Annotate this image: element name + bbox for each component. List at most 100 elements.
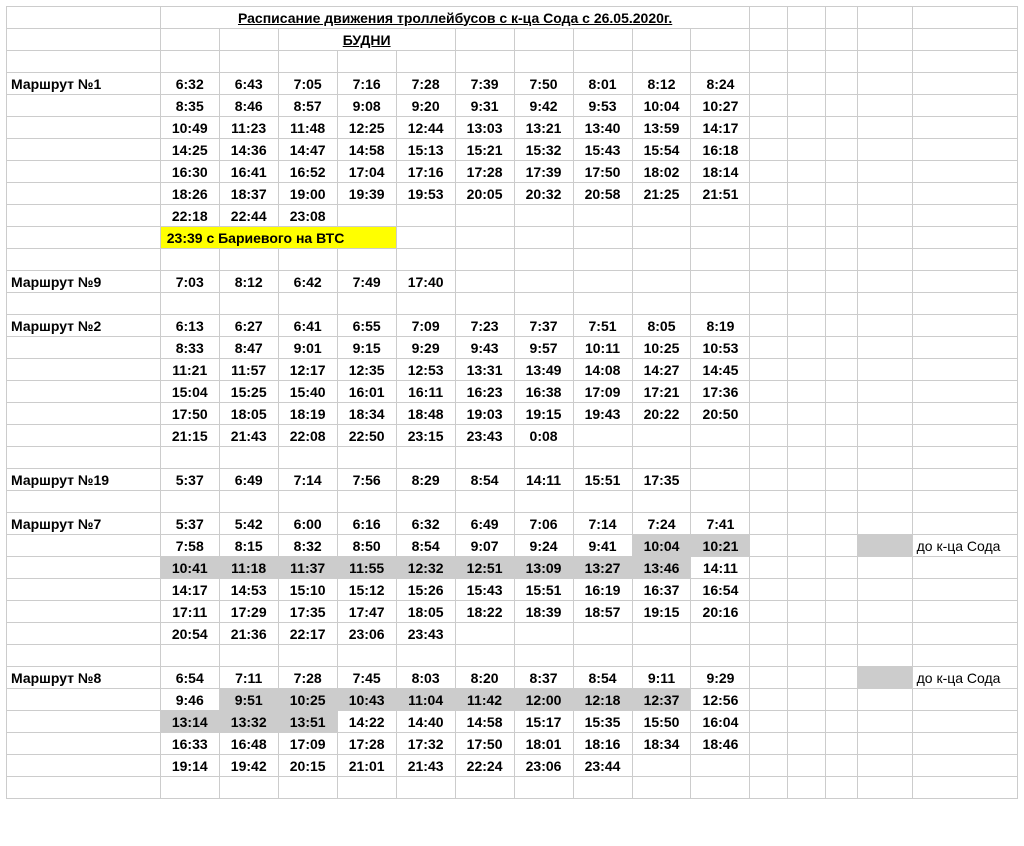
legend-label: до к-ца Сода [912, 667, 1017, 689]
time-cell: 7:28 [278, 667, 337, 689]
time-cell: 8:05 [632, 315, 691, 337]
time-cell: 10:04 [632, 535, 691, 557]
time-cell: 15:51 [573, 469, 632, 491]
time-cell: 22:50 [337, 425, 396, 447]
time-cell: 16:38 [514, 381, 573, 403]
time-cell: 15:43 [573, 139, 632, 161]
time-cell: 9:57 [514, 337, 573, 359]
route-label: Маршрут №19 [7, 469, 161, 491]
time-cell: 16:11 [396, 381, 455, 403]
time-cell: 8:54 [455, 469, 514, 491]
time-cell: 15:40 [278, 381, 337, 403]
time-cell: 14:40 [396, 711, 455, 733]
time-cell: 19:53 [396, 183, 455, 205]
time-cell: 18:01 [514, 733, 573, 755]
time-cell: 17:09 [278, 733, 337, 755]
time-cell: 18:46 [691, 733, 750, 755]
time-cell: 9:42 [514, 95, 573, 117]
time-cell: 7:56 [337, 469, 396, 491]
time-cell: 7:58 [160, 535, 219, 557]
time-cell: 13:40 [573, 117, 632, 139]
time-cell: 18:05 [396, 601, 455, 623]
time-cell: 17:21 [632, 381, 691, 403]
time-cell: 8:29 [396, 469, 455, 491]
time-cell: 17:28 [455, 161, 514, 183]
time-cell: 14:47 [278, 139, 337, 161]
time-cell: 22:44 [219, 205, 278, 227]
time-cell: 19:15 [514, 403, 573, 425]
time-cell: 10:25 [278, 689, 337, 711]
route-label: Маршрут №7 [7, 513, 161, 535]
time-cell: 6:27 [219, 315, 278, 337]
time-cell: 8:57 [278, 95, 337, 117]
time-cell: 22:17 [278, 623, 337, 645]
time-cell: 7:16 [337, 73, 396, 95]
time-cell: 18:19 [278, 403, 337, 425]
time-cell: 22:24 [455, 755, 514, 777]
time-cell: 23:43 [396, 623, 455, 645]
time-cell: 16:52 [278, 161, 337, 183]
time-cell: 12:37 [632, 689, 691, 711]
time-cell [455, 205, 514, 227]
time-cell: 12:25 [337, 117, 396, 139]
time-cell: 11:37 [278, 557, 337, 579]
time-cell: 7:09 [396, 315, 455, 337]
time-cell: 7:45 [337, 667, 396, 689]
time-cell: 18:39 [514, 601, 573, 623]
time-cell: 10:25 [632, 337, 691, 359]
time-cell: 7:50 [514, 73, 573, 95]
time-cell: 15:54 [632, 139, 691, 161]
time-cell: 9:29 [691, 667, 750, 689]
time-cell: 13:59 [632, 117, 691, 139]
time-cell: 17:50 [160, 403, 219, 425]
time-cell: 17:36 [691, 381, 750, 403]
time-cell: 18:37 [219, 183, 278, 205]
time-cell: 19:42 [219, 755, 278, 777]
time-cell: 7:03 [160, 271, 219, 293]
time-cell: 12:32 [396, 557, 455, 579]
time-cell: 15:35 [573, 711, 632, 733]
time-cell: 17:39 [514, 161, 573, 183]
time-cell: 17:29 [219, 601, 278, 623]
legend-label: до к-ца Сода [912, 535, 1017, 557]
time-cell: 9:24 [514, 535, 573, 557]
time-cell: 6:42 [278, 271, 337, 293]
time-cell: 7:51 [573, 315, 632, 337]
time-cell: 17:09 [573, 381, 632, 403]
time-cell: 14:22 [337, 711, 396, 733]
time-cell: 9:11 [632, 667, 691, 689]
time-cell: 21:01 [337, 755, 396, 777]
time-cell: 10:21 [691, 535, 750, 557]
time-cell: 6:43 [219, 73, 278, 95]
time-cell: 7:24 [632, 513, 691, 535]
time-cell [691, 425, 750, 447]
time-cell: 5:37 [160, 469, 219, 491]
time-cell: 9:46 [160, 689, 219, 711]
time-cell: 10:27 [691, 95, 750, 117]
time-cell: 14:36 [219, 139, 278, 161]
time-cell: 11:42 [455, 689, 514, 711]
time-cell: 11:21 [160, 359, 219, 381]
time-cell: 14:11 [691, 557, 750, 579]
time-cell: 16:54 [691, 579, 750, 601]
time-cell: 9:43 [455, 337, 514, 359]
time-cell: 6:41 [278, 315, 337, 337]
time-cell: 13:32 [219, 711, 278, 733]
time-cell: 18:26 [160, 183, 219, 205]
time-cell: 8:54 [396, 535, 455, 557]
time-cell: 7:14 [278, 469, 337, 491]
time-cell: 23:08 [278, 205, 337, 227]
time-cell [337, 205, 396, 227]
time-cell: 16:33 [160, 733, 219, 755]
time-cell: 19:03 [455, 403, 514, 425]
time-cell: 9:15 [337, 337, 396, 359]
time-cell: 11:04 [396, 689, 455, 711]
time-cell: 12:51 [455, 557, 514, 579]
time-cell: 10:04 [632, 95, 691, 117]
time-cell [632, 755, 691, 777]
time-cell: 13:51 [278, 711, 337, 733]
time-cell [573, 205, 632, 227]
time-cell: 16:19 [573, 579, 632, 601]
time-cell: 8:50 [337, 535, 396, 557]
time-cell: 13:46 [632, 557, 691, 579]
